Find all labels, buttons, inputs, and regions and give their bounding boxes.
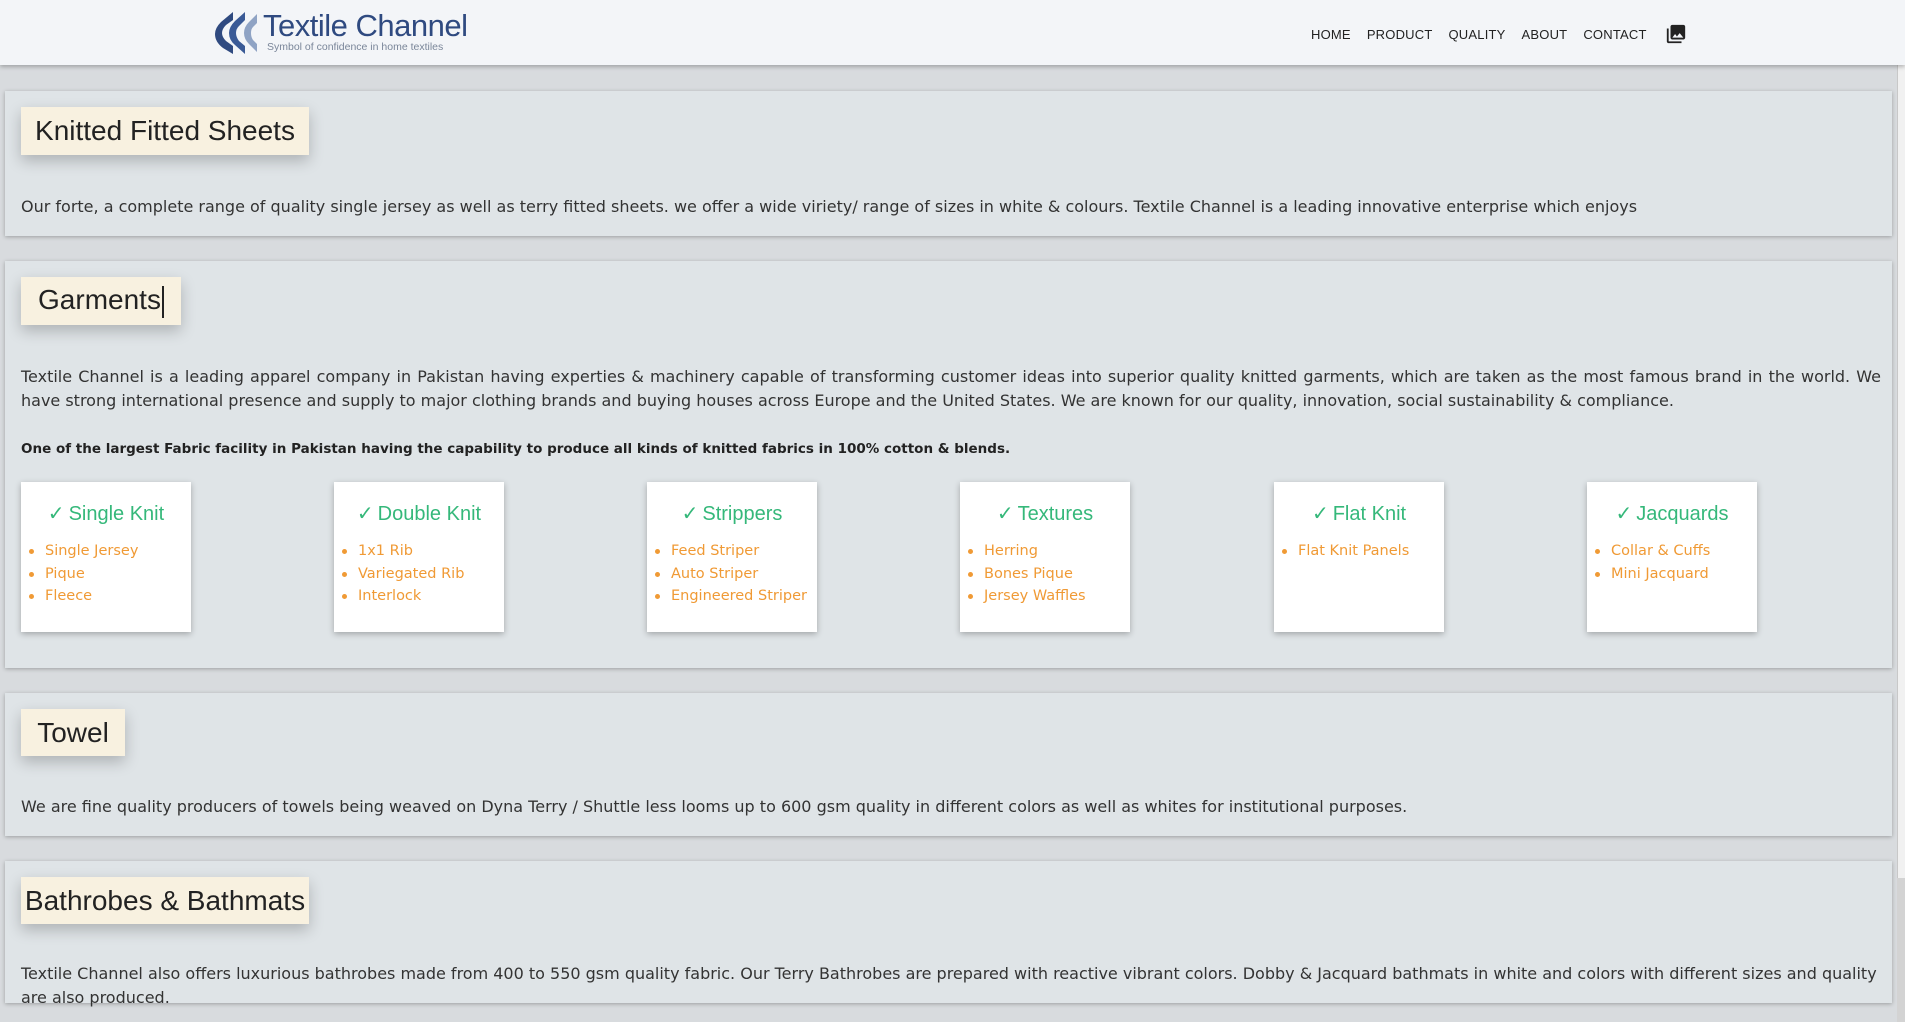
nav-product[interactable]: PRODUCT: [1367, 27, 1433, 42]
logo-mark-icon: [211, 10, 259, 56]
section-knitted-fitted-sheets: Knitted Fitted Sheets Our forte, a compl…: [5, 91, 1892, 236]
photo-library-icon[interactable]: [1665, 23, 1687, 45]
card-title-text: Double Knit: [377, 503, 482, 525]
section-text: Textile Channel is a leading apparel com…: [21, 367, 1881, 410]
section-garments: Garments Textile Channel is a leading ap…: [5, 261, 1892, 668]
logo-tagline: Symbol of confidence in home textiles: [267, 41, 444, 53]
card-title: ✓ Jacquards: [1587, 501, 1757, 526]
main-nav: HOME PRODUCT QUALITY ABOUT CONTACT: [1303, 23, 1687, 45]
card-title-text: Textures: [1017, 503, 1094, 525]
section-title[interactable]: Garments: [38, 284, 164, 318]
top-navbar: Textile Channel Symbol of confidence in …: [0, 0, 1905, 65]
card-flat-knit: ✓ Flat Knit Flat Knit Panels: [1274, 482, 1444, 632]
list-item: Engineered Striper: [655, 585, 807, 608]
list-item: Single Jersey: [28, 540, 138, 563]
section-title-box: Knitted Fitted Sheets: [21, 107, 309, 155]
list-item: Variegated Rib: [341, 563, 464, 586]
check-icon: ✓: [1615, 503, 1633, 525]
section-text: Textile Channel also offers luxurious ba…: [21, 964, 1877, 1007]
check-icon: ✓: [681, 503, 699, 525]
card-list: Herring Bones Pique Jersey Waffles: [968, 540, 1086, 608]
list-item: Auto Striper: [655, 563, 807, 586]
text-cursor: [161, 285, 164, 318]
card-strippers: ✓ Strippers Feed Striper Auto Striper Eng…: [647, 482, 817, 632]
section-title-box: Garments: [21, 277, 181, 325]
logo[interactable]: Textile Channel Symbol of confidence in …: [211, 8, 468, 56]
list-item: Bones Pique: [968, 563, 1086, 586]
card-list: Flat Knit Panels: [1281, 540, 1409, 563]
nav-quality[interactable]: QUALITY: [1449, 27, 1506, 42]
card-title: ✓ Single Knit: [21, 501, 191, 526]
card-list: Collar & Cuffs Mini Jacquard: [1594, 540, 1710, 586]
section-bathrobes-bathmats: Bathrobes & Bathmats Textile Channel als…: [5, 861, 1892, 1007]
card-title: ✓ Strippers: [647, 501, 817, 526]
nav-home[interactable]: HOME: [1311, 27, 1351, 42]
card-textures: ✓ Textures Herring Bones Pique Jersey Waf…: [960, 482, 1130, 632]
list-item: 1x1 Rib: [341, 540, 464, 563]
card-list: Feed Striper Auto Striper Engineered Str…: [655, 540, 807, 608]
list-item: Feed Striper: [655, 540, 807, 563]
card-list: 1x1 Rib Variegated Rib Interlock: [341, 540, 464, 608]
card-single-knit: ✓ Single Knit Single Jersey Pique Fleece: [21, 482, 191, 632]
card-title: ✓ Textures: [960, 501, 1130, 526]
card-title: ✓ Flat Knit: [1274, 501, 1444, 526]
nav-contact[interactable]: CONTACT: [1583, 27, 1646, 42]
list-item: Pique: [28, 563, 138, 586]
check-icon: ✓: [1311, 503, 1329, 525]
card-jacquards: ✓ Jacquards Collar & Cuffs Mini Jacquard: [1587, 482, 1757, 632]
section-title-text: Garments: [38, 284, 161, 316]
fabric-facility-note: One of the largest Fabric facility in Pa…: [21, 441, 1011, 457]
check-icon: ✓: [356, 503, 374, 525]
list-item: Fleece: [28, 585, 138, 608]
list-item: Collar & Cuffs: [1594, 540, 1710, 563]
section-text: We are fine quality producers of towels …: [21, 797, 1408, 816]
list-item: Herring: [968, 540, 1086, 563]
list-item: Jersey Waffles: [968, 585, 1086, 608]
check-icon: ✓: [996, 503, 1014, 525]
logo-title: Textile Channel: [263, 8, 468, 43]
list-item: Mini Jacquard: [1594, 563, 1710, 586]
card-title: ✓ Double Knit: [334, 501, 504, 526]
section-title-box: Towel: [21, 709, 125, 756]
section-title-box: Bathrobes & Bathmats: [21, 877, 309, 924]
scrollbar-thumb[interactable]: [1897, 0, 1905, 878]
section-title: Knitted Fitted Sheets: [35, 115, 295, 146]
section-title: Bathrobes & Bathmats: [24, 884, 306, 916]
section-towel: Towel We are fine quality producers of t…: [5, 693, 1892, 836]
card-double-knit: ✓ Double Knit 1x1 Rib Variegated Rib Inte…: [334, 482, 504, 632]
section-text: Our forte, a complete range of quality s…: [21, 197, 1638, 216]
card-title-text: Single Knit: [68, 503, 165, 525]
card-title-text: Flat Knit: [1332, 503, 1407, 525]
nav-about[interactable]: ABOUT: [1522, 27, 1568, 42]
card-list: Single Jersey Pique Fleece: [28, 540, 138, 608]
section-title: Towel: [37, 716, 109, 748]
card-title-text: Strippers: [702, 503, 783, 525]
list-item: Interlock: [341, 585, 464, 608]
list-item: Flat Knit Panels: [1281, 540, 1409, 563]
card-title-text: Jacquards: [1636, 503, 1729, 525]
check-icon: ✓: [47, 503, 65, 525]
